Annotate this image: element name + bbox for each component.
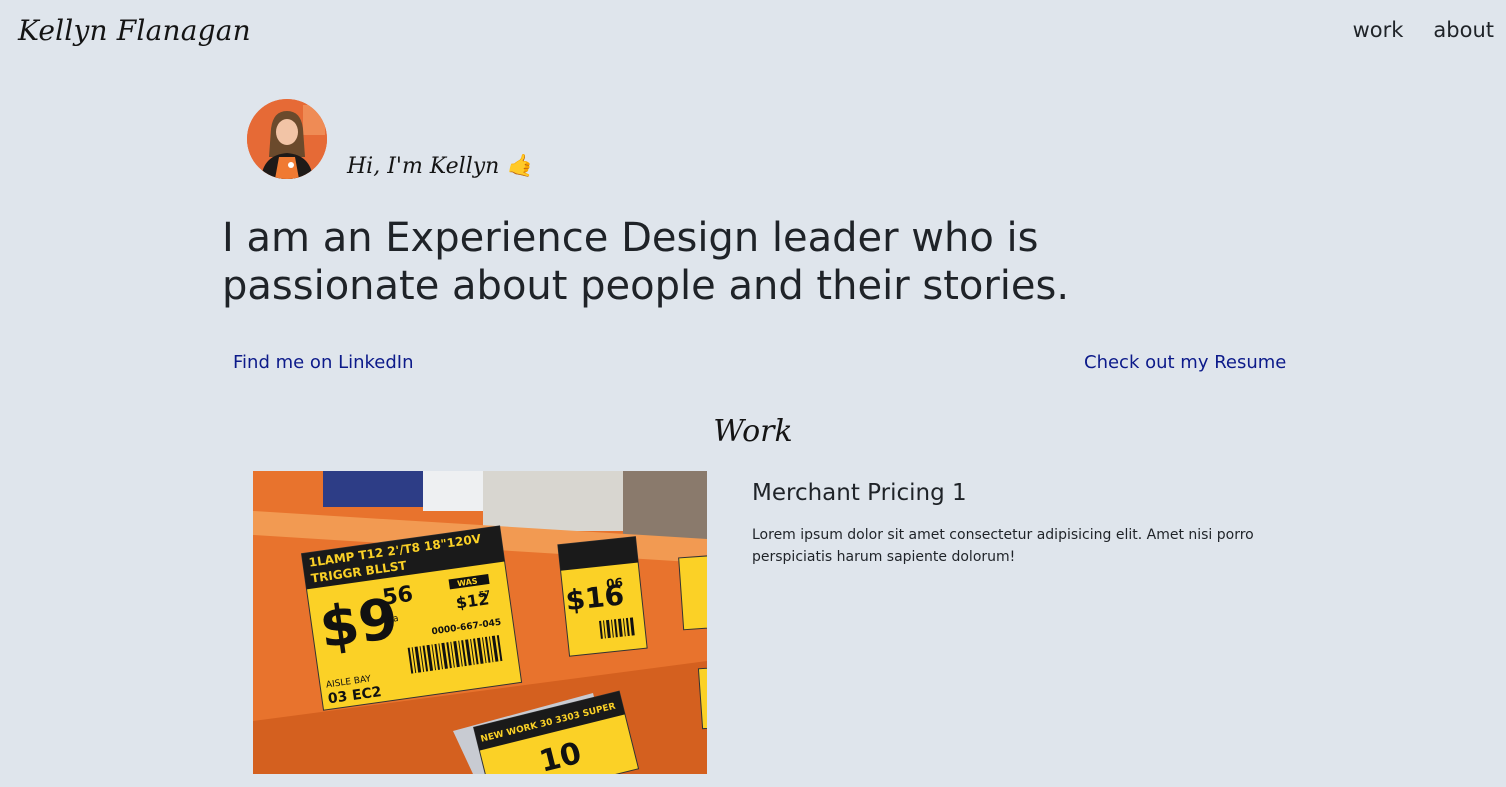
project-description: Lorem ipsum dolor sit amet consectetur a… (752, 527, 1254, 565)
nav-about-link[interactable]: about (1433, 18, 1494, 42)
nav-work-link[interactable]: work (1353, 18, 1404, 42)
main-nav: work about (1353, 18, 1494, 42)
avatar (247, 99, 327, 179)
greeting: Hi, I'm Kellyn 🤙 (347, 154, 534, 179)
hero-headline: I am an Experience Design leader who is … (222, 215, 1070, 309)
label-main-was-cents: 57 (478, 589, 490, 599)
label-mid-cents: 06 (605, 575, 623, 591)
resume-link[interactable]: Check out my Resume (1084, 352, 1286, 373)
project-thumbnail[interactable]: 1LAMP T12 2'/T8 18"120V TRIGGR BLLST $9 … (253, 471, 707, 774)
label-main-cents: 56 (381, 582, 415, 611)
project-title[interactable]: Merchant Pricing 1 (752, 480, 967, 506)
linkedin-link[interactable]: Find me on LinkedIn (233, 352, 414, 373)
price-tags-photo: 1LAMP T12 2'/T8 18"120V TRIGGR BLLST $9 … (253, 471, 707, 774)
label-main-ea: ea (387, 614, 399, 625)
work-section-title: Work (713, 414, 793, 449)
site-brand[interactable]: Kellyn Flanagan (18, 14, 251, 47)
avatar-portrait (247, 99, 327, 179)
